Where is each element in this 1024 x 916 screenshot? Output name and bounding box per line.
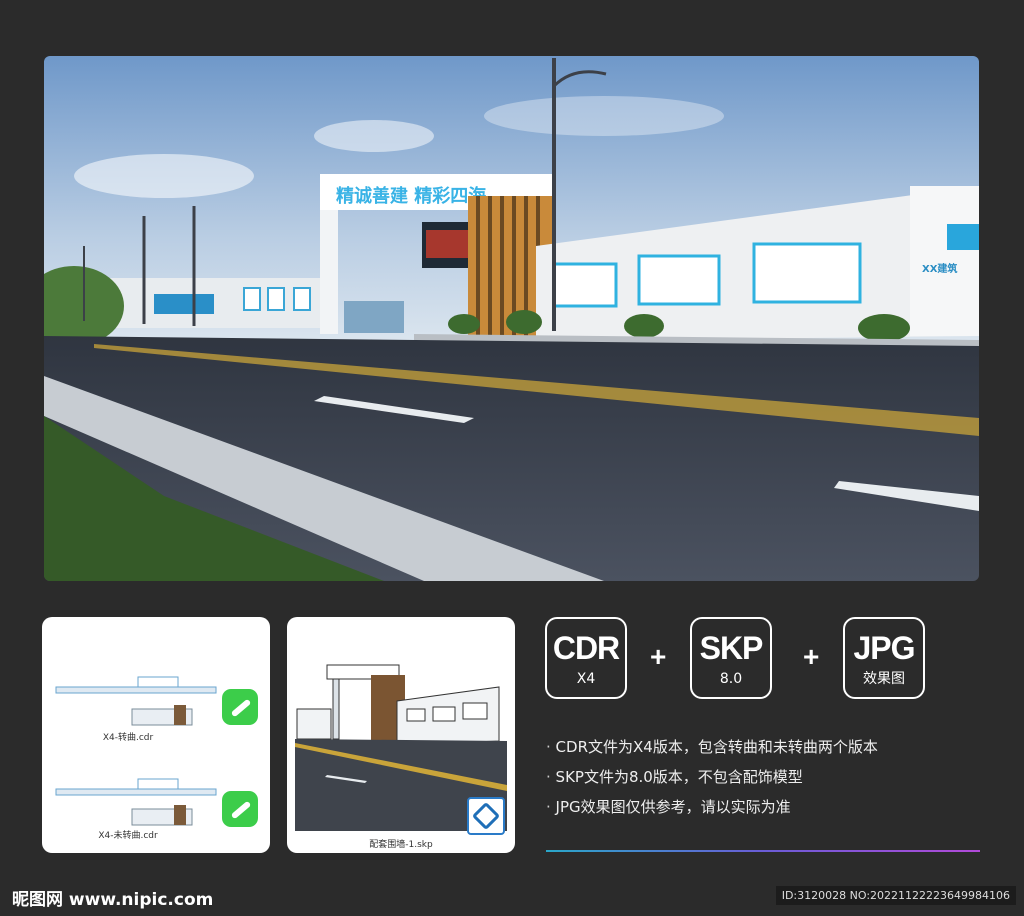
sketchup-icon <box>467 797 505 835</box>
plus-sign: + <box>803 641 820 672</box>
cdr-format-version: X4 <box>576 671 596 687</box>
brand-name: 昵图网 <box>12 890 63 910</box>
site-brand[interactable]: 昵图网 www.nipic.com <box>12 885 213 910</box>
cdr-uncurved-caption: X4-未转曲.cdr <box>98 831 158 841</box>
cdr-format-name: CDR <box>552 630 620 666</box>
brand-url[interactable]: www.nipic.com <box>69 890 213 910</box>
skp-preview-card: 配套围墙-1.skp <box>287 617 515 853</box>
note-skp: SKP文件为8.0版本，不包含配饰模型 <box>546 762 986 792</box>
coreldraw-icon <box>222 689 258 725</box>
hero-render-image: 精诚善建 精彩四海 XX建筑 <box>44 56 979 581</box>
cdr-curved-caption: X4-转曲.cdr <box>102 733 154 743</box>
plus-sign: + <box>650 641 667 672</box>
file-notes-list: CDR文件为X4版本，包含转曲和未转曲两个版本 SKP文件为8.0版本，不包含配… <box>546 732 986 822</box>
image-id-label: ID:3120028 NO:20221122223649984106 <box>775 886 1016 905</box>
jpg-format-name: JPG <box>853 630 915 666</box>
skp-format-version: 8.0 <box>719 671 743 687</box>
skp-caption: 配套围墙-1.skp <box>369 840 433 850</box>
cdr-format-badge: CDR X4 <box>545 617 627 699</box>
jpg-format-badge: JPG 效果图 <box>843 617 925 699</box>
note-cdr: CDR文件为X4版本，包含转曲和未转曲两个版本 <box>546 732 986 762</box>
wall-company-text: XX建筑 <box>922 262 957 275</box>
note-jpg: JPG效果图仅供参考，请以实际为准 <box>546 792 986 822</box>
skp-format-badge: SKP 8.0 <box>690 617 772 699</box>
gate-slogan: 精诚善建 精彩四海 <box>336 185 486 207</box>
jpg-format-desc: 效果图 <box>863 671 905 687</box>
cdr-preview-card: X4-转曲.cdr X4-未转曲.cdr <box>42 617 270 853</box>
coreldraw-icon <box>222 791 258 827</box>
gradient-divider <box>546 850 980 852</box>
skp-format-name: SKP <box>699 630 764 666</box>
